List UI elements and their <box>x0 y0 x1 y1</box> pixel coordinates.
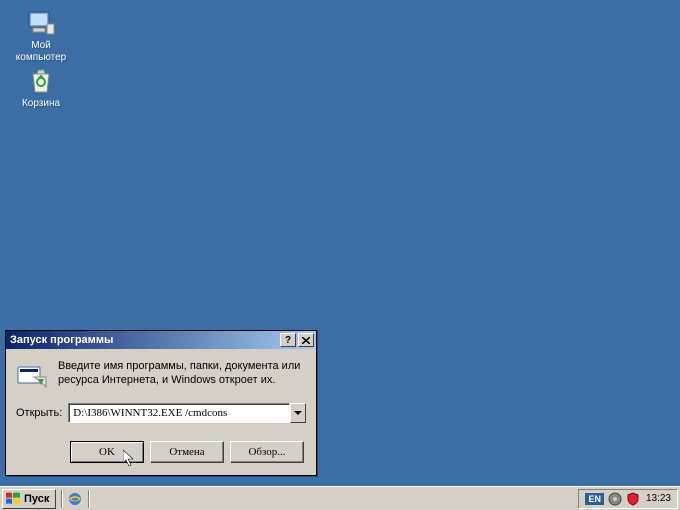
clock[interactable]: 13:23 <box>646 493 671 504</box>
close-icon <box>302 337 310 344</box>
browse-button[interactable]: Обзор... <box>230 441 304 463</box>
ie-icon <box>67 491 83 507</box>
start-label: Пуск <box>24 493 49 505</box>
language-indicator[interactable]: EN <box>585 493 604 505</box>
dialog-title: Запуск программы <box>10 334 278 346</box>
titlebar[interactable]: Запуск программы ? <box>6 331 316 349</box>
recycle-bin-icon <box>25 64 57 96</box>
run-dialog-icon <box>16 359 48 391</box>
desktop-icon-label: Мойкомпьютер <box>6 40 76 64</box>
close-button[interactable] <box>298 333 314 347</box>
system-tray: EN 13:23 <box>578 489 678 509</box>
taskbar: Пуск EN 13:23 <box>0 486 680 510</box>
cancel-button[interactable]: Отмена <box>150 441 224 463</box>
tray-icon-disc[interactable] <box>608 492 622 506</box>
quick-launch-ie[interactable] <box>65 489 85 509</box>
start-button[interactable]: Пуск <box>2 489 56 509</box>
open-input[interactable] <box>68 403 290 423</box>
open-combobox <box>68 403 306 423</box>
dialog-instruction: Введите имя программы, папки, документа … <box>58 359 306 391</box>
desktop-icon-my-computer[interactable]: Мойкомпьютер <box>6 6 76 64</box>
separator <box>88 490 89 508</box>
tray-icon-shield[interactable] <box>626 492 640 506</box>
desktop-icon-recycle-bin[interactable]: Корзина <box>6 64 76 110</box>
windows-logo-icon <box>5 491 21 507</box>
run-dialog: Запуск программы ? Введите имя программы… <box>5 330 317 476</box>
help-button[interactable]: ? <box>280 333 296 347</box>
dropdown-button[interactable] <box>290 403 306 423</box>
ok-button[interactable]: OK <box>70 441 144 463</box>
my-computer-icon <box>25 6 57 38</box>
open-label: Открыть: <box>16 407 62 419</box>
separator <box>61 490 62 508</box>
desktop-icon-label: Корзина <box>6 98 76 110</box>
